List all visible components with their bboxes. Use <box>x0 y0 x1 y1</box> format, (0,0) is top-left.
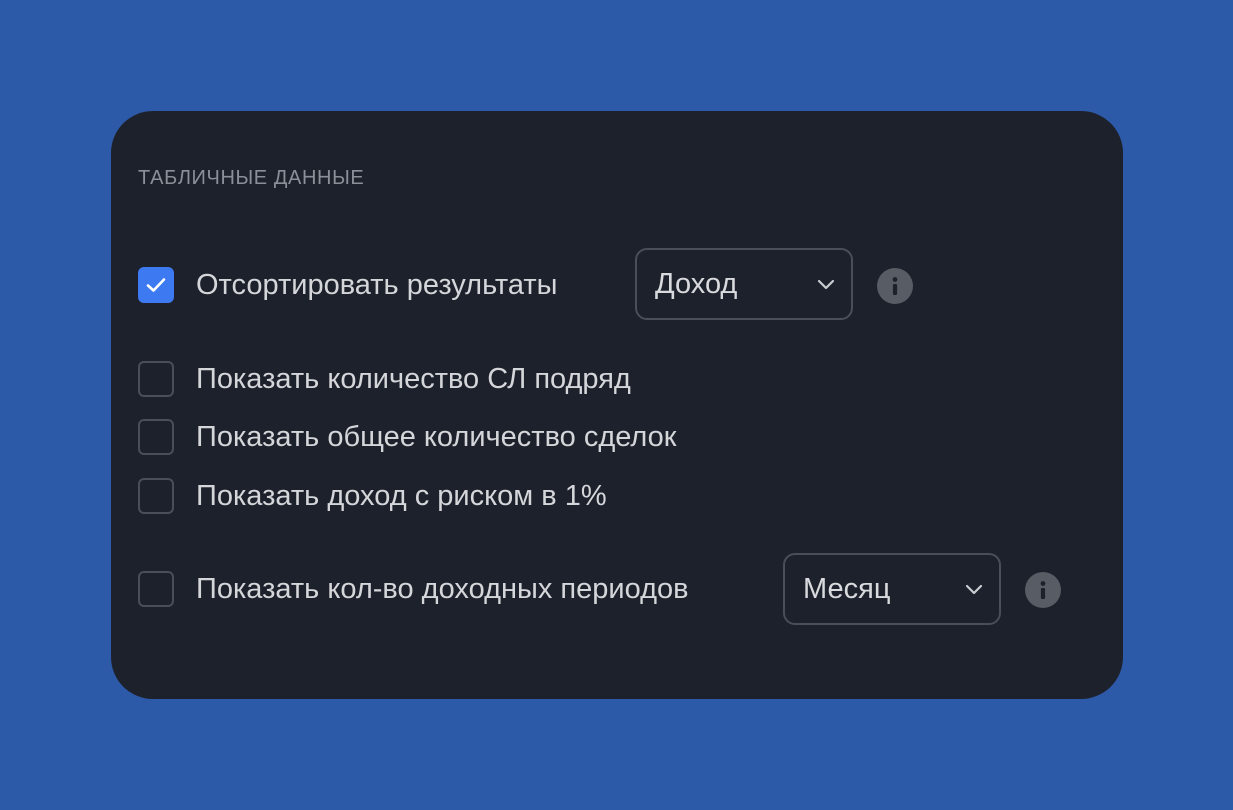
check-icon <box>146 278 166 292</box>
sort-results-info-icon[interactable] <box>877 268 913 304</box>
show-income-risk-option: Показать доход с риском в 1% <box>138 476 607 516</box>
show-total-trades-checkbox[interactable] <box>138 419 174 455</box>
section-title: ТАБЛИЧНЫЕ ДАННЫЕ <box>138 167 365 189</box>
show-sl-streak-option: Показать количество СЛ подряд <box>138 359 631 399</box>
period-select[interactable]: Месяц <box>783 553 1001 625</box>
chevron-down-icon <box>817 279 835 290</box>
table-data-settings-panel: ТАБЛИЧНЫЕ ДАННЫЕ Отсортировать результат… <box>111 111 1123 699</box>
show-income-risk-label: Показать доход с риском в 1% <box>196 479 607 512</box>
chevron-down-icon <box>965 584 983 595</box>
show-sl-streak-label: Показать количество СЛ подряд <box>196 362 631 395</box>
show-sl-streak-checkbox[interactable] <box>138 361 174 397</box>
info-icon <box>892 277 898 295</box>
profit-periods-info-icon[interactable] <box>1025 572 1061 608</box>
info-icon <box>1040 581 1046 599</box>
show-total-trades-label: Показать общее количество сделок <box>196 420 677 453</box>
sort-by-select[interactable]: Доход <box>635 248 853 320</box>
show-profit-periods-label: Показать кол-во доходных периодов <box>196 572 689 605</box>
show-income-risk-checkbox[interactable] <box>138 478 174 514</box>
sort-results-label: Отсортировать результаты <box>196 268 558 301</box>
sort-results-checkbox[interactable] <box>138 267 174 303</box>
show-total-trades-option: Показать общее количество сделок <box>138 417 676 457</box>
sort-results-option: Отсортировать результаты <box>138 265 558 305</box>
sort-by-select-value: Доход <box>655 267 738 300</box>
show-profit-periods-checkbox[interactable] <box>138 571 174 607</box>
period-select-value: Месяц <box>803 572 891 605</box>
show-profit-periods-option: Показать кол-во доходных периодов <box>138 569 689 609</box>
